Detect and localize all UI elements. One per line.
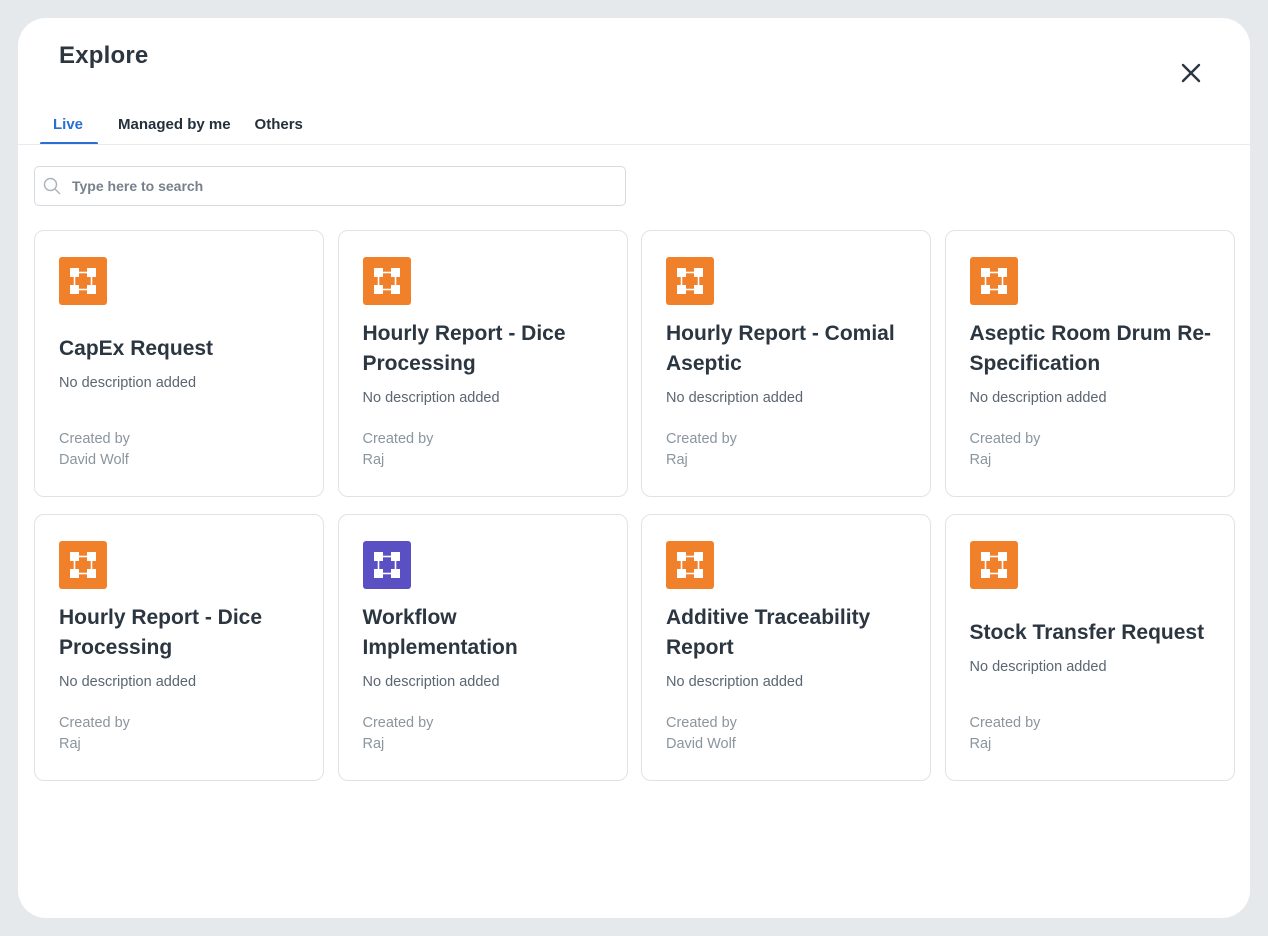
workflow-icon (666, 541, 714, 589)
workflow-card-4[interactable]: Aseptic Room Drum Re-Specification No de… (944, 230, 1235, 497)
card-created-label: Created by (362, 715, 434, 731)
card-created-label: Created by (362, 431, 434, 447)
tab-live[interactable]: Live (40, 108, 99, 145)
card-description: No description added (666, 674, 804, 690)
card-description: No description added (362, 390, 500, 406)
card-body: CapEx Request No description added (59, 317, 309, 409)
page-title: Explore (59, 42, 149, 69)
tab-others[interactable]: Others (243, 108, 315, 145)
search-box (34, 166, 626, 206)
workflow-icon (59, 541, 107, 589)
card-title: Workflow Implementation (362, 606, 518, 659)
workflow-card-1[interactable]: CapEx Request No description added Creat… (34, 230, 324, 497)
search-icon (43, 177, 61, 195)
workflow-icon (362, 541, 411, 589)
card-created-label: Created by (59, 715, 130, 731)
card-title: CapEx Request (59, 337, 214, 360)
card-created-label: Created by (59, 431, 130, 447)
explore-dialog: Explore Live Managed by me Others Type h… (18, 18, 1250, 918)
workflow-card-5[interactable]: Hourly Report - Dice Processing No descr… (34, 514, 324, 781)
workflow-icon (59, 257, 107, 305)
card-created-label: Created by (666, 715, 737, 731)
card-body: Stock Transfer Request No description ad… (970, 601, 1220, 693)
close-icon (1181, 63, 1201, 83)
window-frame: Explore Live Managed by me Others Type h… (0, 0, 1268, 936)
card-title: Hourly Report - Dice Processing (59, 606, 263, 659)
tabs-divider (18, 144, 1250, 145)
workflow-icon (969, 257, 1018, 305)
card-created-by: Raj (59, 736, 81, 752)
card-body: Workflow Implementation No description a… (363, 601, 613, 693)
card-title: Additive Traceability Report (666, 606, 871, 659)
card-description: No description added (969, 659, 1107, 675)
card-created-by: David Wolf (59, 452, 129, 468)
card-created-by: David Wolf (666, 736, 736, 752)
workflow-icon (362, 257, 411, 305)
workflow-card-3[interactable]: Hourly Report - Comial Aseptic No descri… (641, 230, 931, 497)
card-title: Hourly Report - Comial Aseptic (666, 322, 895, 375)
card-body: Additive Traceability Report No descript… (666, 601, 916, 693)
card-body: Hourly Report - Dice Processing No descr… (59, 601, 309, 693)
card-body: Aseptic Room Drum Re-Specification No de… (970, 317, 1220, 409)
card-description: No description added (362, 674, 500, 690)
card-title: Hourly Report - Dice Processing (362, 322, 566, 375)
card-body: Hourly Report - Dice Processing No descr… (363, 317, 613, 409)
card-description: No description added (666, 390, 804, 406)
card-created-by: Raj (969, 736, 992, 752)
card-created-by: Raj (362, 736, 385, 752)
workflow-card-7[interactable]: Additive Traceability Report No descript… (641, 514, 931, 781)
tab-bar: Live Managed by me Others (40, 108, 315, 145)
workflow-grid: CapEx Request No description added Creat… (34, 230, 1235, 781)
card-created-by: Raj (362, 452, 385, 468)
workflow-card-2[interactable]: Hourly Report - Dice Processing No descr… (337, 230, 628, 497)
workflow-icon (969, 541, 1018, 589)
card-description: No description added (969, 390, 1107, 406)
workflow-icon (666, 257, 714, 305)
tab-managed-by-me[interactable]: Managed by me (98, 108, 243, 145)
card-created-by: Raj (666, 452, 688, 468)
card-created-label: Created by (969, 715, 1041, 731)
card-description: No description added (59, 674, 197, 690)
card-description: No description added (59, 375, 197, 391)
card-created-by: Raj (969, 452, 992, 468)
card-title: Stock Transfer Request (969, 621, 1205, 644)
search-input[interactable] (72, 175, 612, 197)
card-body: Hourly Report - Comial Aseptic No descri… (666, 317, 916, 409)
card-title: Aseptic Room Drum Re-Specification (969, 322, 1212, 375)
close-button[interactable] (1176, 58, 1206, 88)
card-created-label: Created by (666, 431, 737, 447)
workflow-card-8[interactable]: Stock Transfer Request No description ad… (944, 514, 1235, 781)
workflow-card-6[interactable]: Workflow Implementation No description a… (337, 514, 628, 781)
card-created-label: Created by (969, 431, 1041, 447)
